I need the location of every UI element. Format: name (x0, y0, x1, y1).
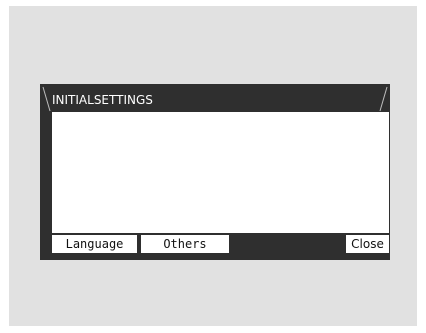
close-button[interactable]: Close (346, 235, 389, 253)
dialog-header: INITIALSETTINGS (40, 84, 390, 112)
settings-content-area (52, 112, 389, 233)
others-button[interactable]: Others (141, 235, 229, 253)
language-button[interactable]: Language (52, 235, 137, 253)
initial-settings-dialog: INITIALSETTINGS Language Others Close (40, 84, 390, 260)
dialog-title: INITIALSETTINGS (52, 93, 153, 107)
